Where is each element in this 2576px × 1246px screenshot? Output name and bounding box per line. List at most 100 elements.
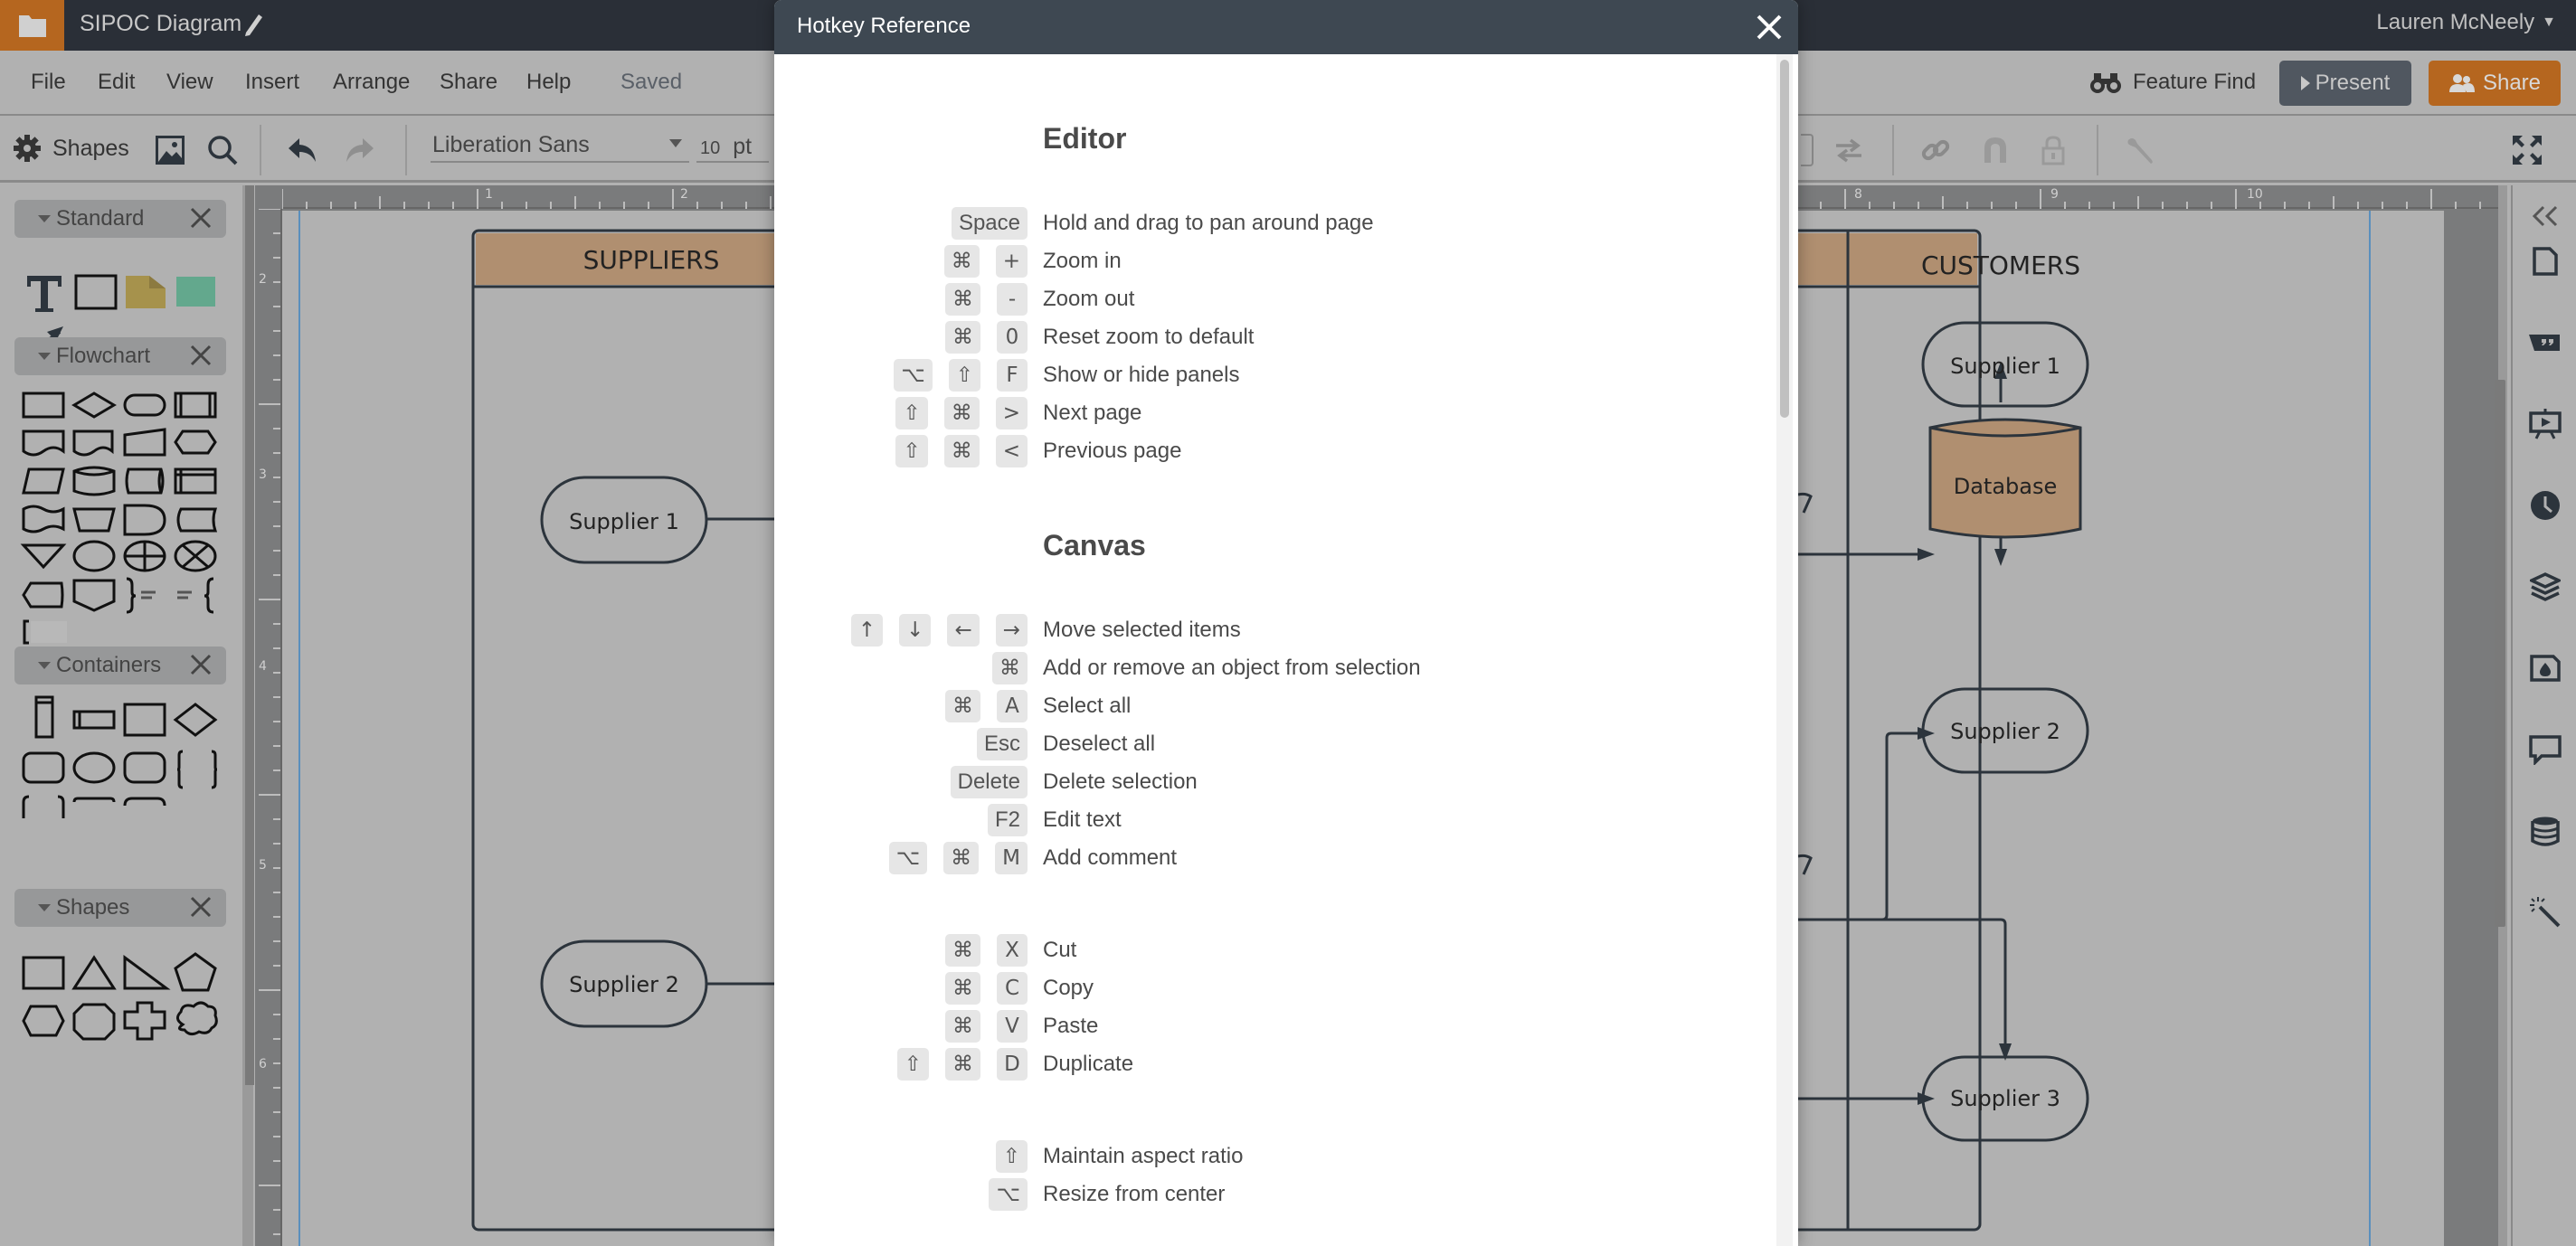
swap-button[interactable] (1831, 132, 1867, 168)
menu-share[interactable]: Share (440, 69, 497, 96)
documents-button[interactable] (0, 0, 64, 51)
feature-find-button[interactable]: Feature Find (2089, 69, 2256, 96)
magnet-button[interactable] (1977, 132, 2013, 168)
left-panel-scroll-thumb[interactable] (245, 185, 254, 1085)
menu-view[interactable]: View (166, 69, 213, 96)
shape-colored-block[interactable] (176, 277, 215, 307)
container-diamond[interactable] (173, 703, 218, 737)
node-right-supplier-1[interactable]: Supplier 1 (1921, 321, 2089, 408)
data-linking-button[interactable] (2529, 815, 2562, 847)
library-header-containers[interactable]: Containers (14, 647, 226, 684)
shape-direct-access[interactable] (125, 467, 165, 495)
redo-button[interactable] (342, 132, 378, 168)
shape-octagon[interactable] (72, 1003, 116, 1041)
menu-insert[interactable]: Insert (245, 69, 299, 96)
shape-off-page[interactable] (72, 579, 116, 612)
library-header-shapes[interactable]: Shapes (14, 889, 226, 927)
container-horizontal-lane[interactable] (72, 710, 116, 730)
menu-help[interactable]: Help (526, 69, 571, 96)
revision-history-button[interactable] (2529, 489, 2562, 522)
close-icon[interactable] (1755, 13, 1784, 42)
menu-edit[interactable]: Edit (98, 69, 135, 96)
shape-rectangle[interactable] (74, 274, 118, 310)
lane-title-customers[interactable]: CUSTOMERS (1921, 250, 2080, 280)
shape-annotation-left[interactable] (177, 577, 214, 614)
shape-cloud[interactable] (176, 1001, 218, 1036)
shape-multi-document[interactable] (72, 429, 114, 457)
pencil-icon[interactable] (241, 11, 266, 38)
container-braces[interactable] (176, 750, 218, 789)
insert-image-button[interactable] (152, 132, 188, 168)
container-rounded-2[interactable] (123, 751, 166, 784)
node-right-supplier-2[interactable]: Supplier 2 (1921, 687, 2089, 774)
node-database[interactable]: Database (1928, 418, 2082, 539)
shape-predefined-process[interactable] (174, 392, 217, 419)
shape-manual-operation[interactable] (72, 507, 116, 533)
share-button[interactable]: Share (2429, 61, 2561, 106)
node-left-supplier-1[interactable]: Supplier 1 (540, 476, 708, 564)
shape-merge[interactable] (20, 543, 67, 570)
shape-process[interactable] (22, 392, 65, 419)
present-button[interactable]: Present (2279, 61, 2411, 106)
shape-note[interactable] (126, 276, 166, 308)
container-vertical-lane[interactable] (34, 695, 54, 739)
shape-text[interactable] (27, 276, 62, 312)
user-menu[interactable]: Lauren McNeely ▼ (2376, 9, 2556, 36)
collapse-panel-button[interactable] (2529, 200, 2562, 232)
quote-button[interactable] (2529, 326, 2562, 359)
dialog-scroll-thumb[interactable] (1780, 60, 1789, 418)
close-icon[interactable] (188, 205, 213, 231)
shape-data[interactable] (22, 467, 65, 495)
comments-button[interactable] (2529, 733, 2562, 766)
container-rectangle[interactable] (123, 703, 166, 737)
page-settings-button[interactable] (2529, 245, 2562, 278)
menu-arrange[interactable]: Arrange (333, 69, 410, 96)
shape-annotation-right[interactable] (126, 577, 156, 614)
shape-manual-input[interactable] (123, 428, 166, 457)
line-style-box[interactable] (1798, 132, 1816, 168)
shapes-panel-toggle[interactable]: Shapes (13, 134, 129, 163)
shape-hexagon[interactable] (22, 1005, 65, 1037)
shape-pentagon[interactable] (174, 952, 217, 992)
shape-stored-data[interactable] (176, 507, 218, 533)
shape-decision[interactable] (71, 392, 117, 419)
fill-image-button[interactable] (2529, 652, 2562, 684)
container-horizontal-braces[interactable] (72, 797, 116, 803)
shape-right-triangle[interactable] (123, 955, 171, 990)
search-button[interactable] (204, 132, 241, 168)
document-title[interactable]: SIPOC Diagram (80, 9, 242, 38)
lock-button[interactable] (2035, 132, 2071, 168)
shape-preparation[interactable] (174, 429, 217, 455)
fullscreen-button[interactable] (2509, 132, 2545, 168)
connector[interactable] (1798, 918, 2007, 1046)
font-family-select[interactable]: Liberation Sans (431, 128, 689, 163)
shape-connector[interactable] (72, 540, 116, 572)
link-button[interactable] (1918, 132, 1954, 168)
shape-document[interactable] (22, 429, 65, 457)
shape-or[interactable] (123, 540, 166, 572)
shape-square[interactable] (22, 956, 65, 990)
close-icon[interactable] (188, 343, 213, 368)
node-left-supplier-2[interactable]: Supplier 2 (540, 939, 708, 1028)
shape-triangle[interactable] (71, 955, 117, 990)
magic-wand-button[interactable] (2529, 896, 2562, 929)
shape-internal-storage[interactable] (174, 467, 217, 495)
container-rounded[interactable] (22, 751, 65, 784)
font-size-input[interactable]: 10 pt (696, 128, 769, 163)
close-icon[interactable] (188, 652, 213, 677)
node-right-supplier-3[interactable]: Supplier 3 (1921, 1055, 2089, 1142)
layers-button[interactable] (2529, 571, 2562, 603)
container-brackets[interactable] (22, 795, 65, 818)
shape-display[interactable] (22, 581, 64, 609)
presentation-button[interactable] (2529, 408, 2562, 440)
connector[interactable] (1798, 732, 1919, 921)
library-header-standard[interactable]: Standard (14, 200, 226, 238)
container-ellipse[interactable] (72, 751, 116, 784)
shape-database[interactable] (72, 466, 116, 496)
shape-cross[interactable] (123, 1001, 166, 1041)
canvas-scroll-thumb[interactable] (2495, 380, 2505, 927)
close-icon[interactable] (188, 894, 213, 920)
shape-terminator[interactable] (123, 393, 166, 417)
menu-file[interactable]: File (31, 69, 66, 96)
library-header-flowchart[interactable]: Flowchart (14, 337, 226, 375)
